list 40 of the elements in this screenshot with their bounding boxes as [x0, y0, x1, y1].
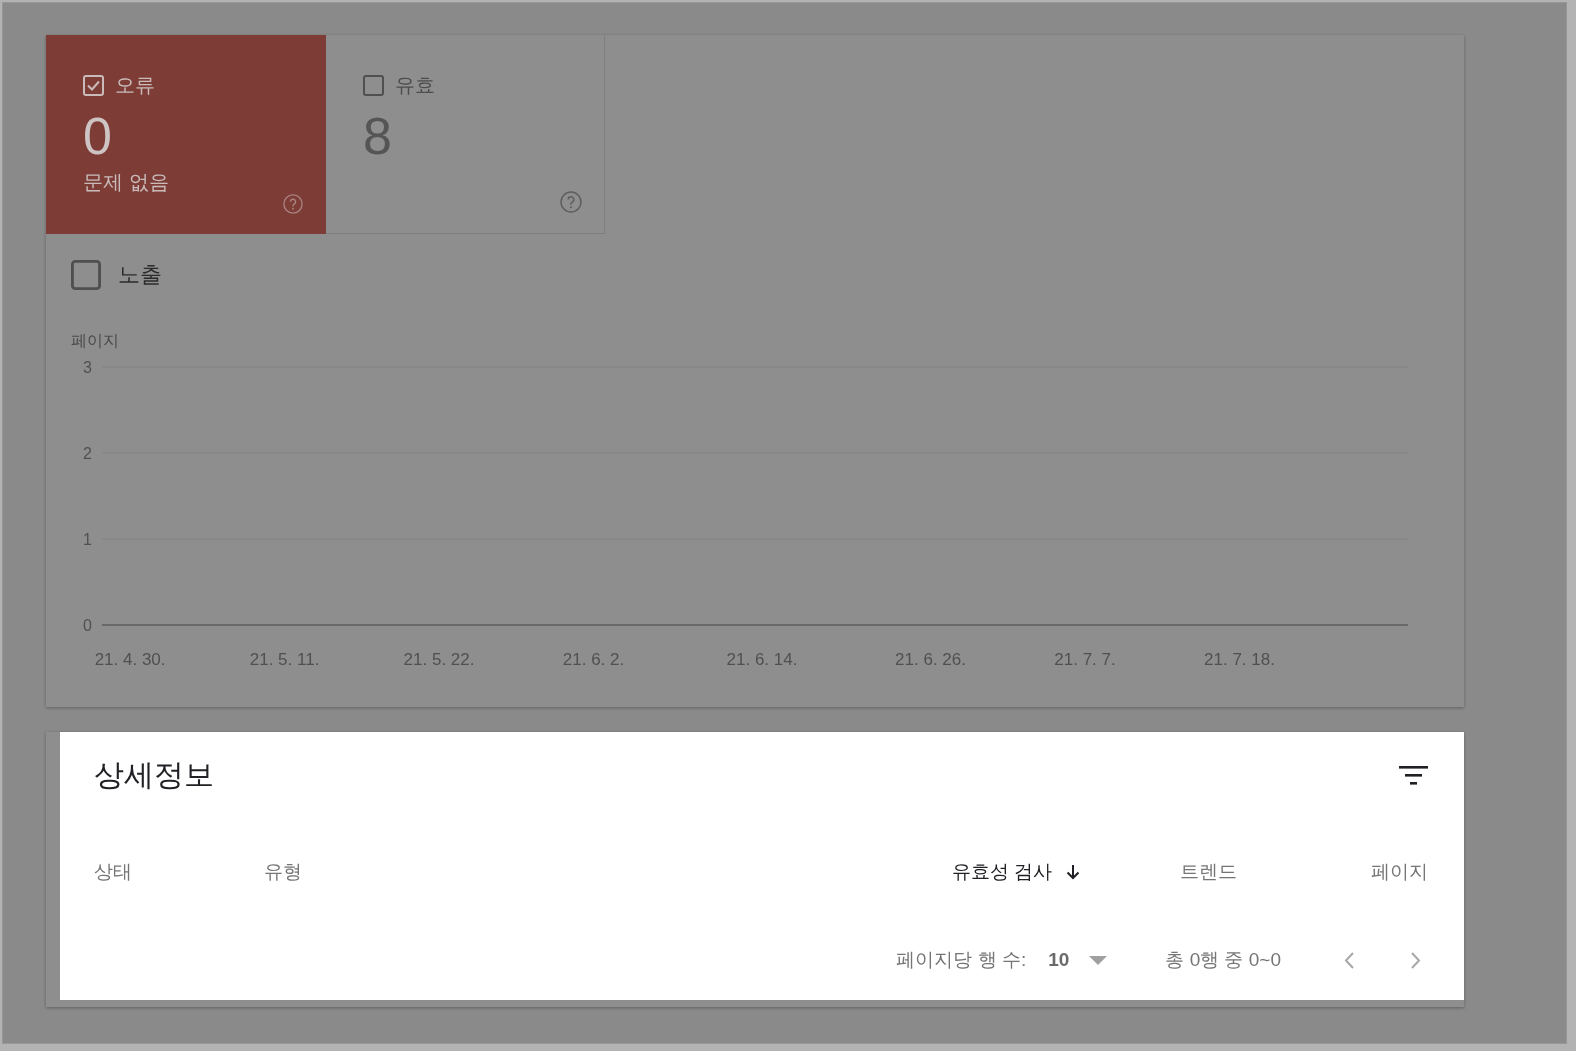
down-arrow-icon [1066, 864, 1080, 880]
status-count: 0 [83, 110, 113, 162]
status-count: 8 [363, 110, 393, 162]
column-header[interactable]: 트렌드 [1180, 859, 1237, 885]
axis-label: 21. 6. 14. [726, 650, 798, 669]
column-header[interactable]: 유형 [264, 859, 302, 885]
checkbox[interactable] [83, 74, 104, 96]
axis-label: 21. 5. 22. [403, 650, 475, 669]
column-header[interactable]: 유효성 검사 [951, 859, 1080, 885]
axis-label: 0 [83, 617, 92, 634]
filter-icon [1398, 765, 1428, 785]
chevron-left-icon [1344, 951, 1354, 969]
help-icon[interactable] [282, 194, 304, 214]
axis-title: 페이지 [71, 332, 119, 349]
section-title: 상세정보 [94, 759, 214, 791]
column-header[interactable]: 상태 [94, 859, 132, 885]
axis-label: 3 [83, 359, 92, 376]
axis-label: 1 [83, 531, 92, 548]
checkbox-label: 노출 [118, 261, 162, 289]
status-tile[interactable]: 유효 8 [326, 35, 605, 234]
axis-label: 21. 7. 18. [1204, 650, 1275, 669]
rows-per-page-label: 페이지당 행 수: [896, 948, 1027, 972]
help-icon[interactable] [560, 191, 582, 213]
range-text: 총 0행 중 0~0 [1165, 948, 1281, 972]
status-note: 문제 없음 [83, 170, 170, 194]
axis-label: 21. 5. 11. [249, 650, 320, 669]
rows-per-page-dropdown[interactable]: 10 [1026, 949, 1108, 971]
status-label: 유효 [395, 74, 435, 96]
column-header[interactable]: 페이지 [1371, 859, 1428, 885]
axis-label: 21. 6. 2. [562, 650, 625, 669]
caret-icon [1089, 955, 1108, 965]
chevron-right-icon [1411, 951, 1421, 969]
checkbox[interactable] [363, 74, 384, 96]
status-label: 오류 [115, 74, 155, 96]
axis-label: 21. 7. 7. [1054, 650, 1116, 669]
status-tile[interactable]: 오류 0 문제 없음 [46, 35, 326, 234]
axis-label: 2 [83, 445, 92, 462]
checkbox[interactable] [71, 260, 101, 290]
axis-label: 21. 4. 30. [94, 650, 166, 669]
axis-label: 21. 6. 26. [895, 650, 966, 669]
